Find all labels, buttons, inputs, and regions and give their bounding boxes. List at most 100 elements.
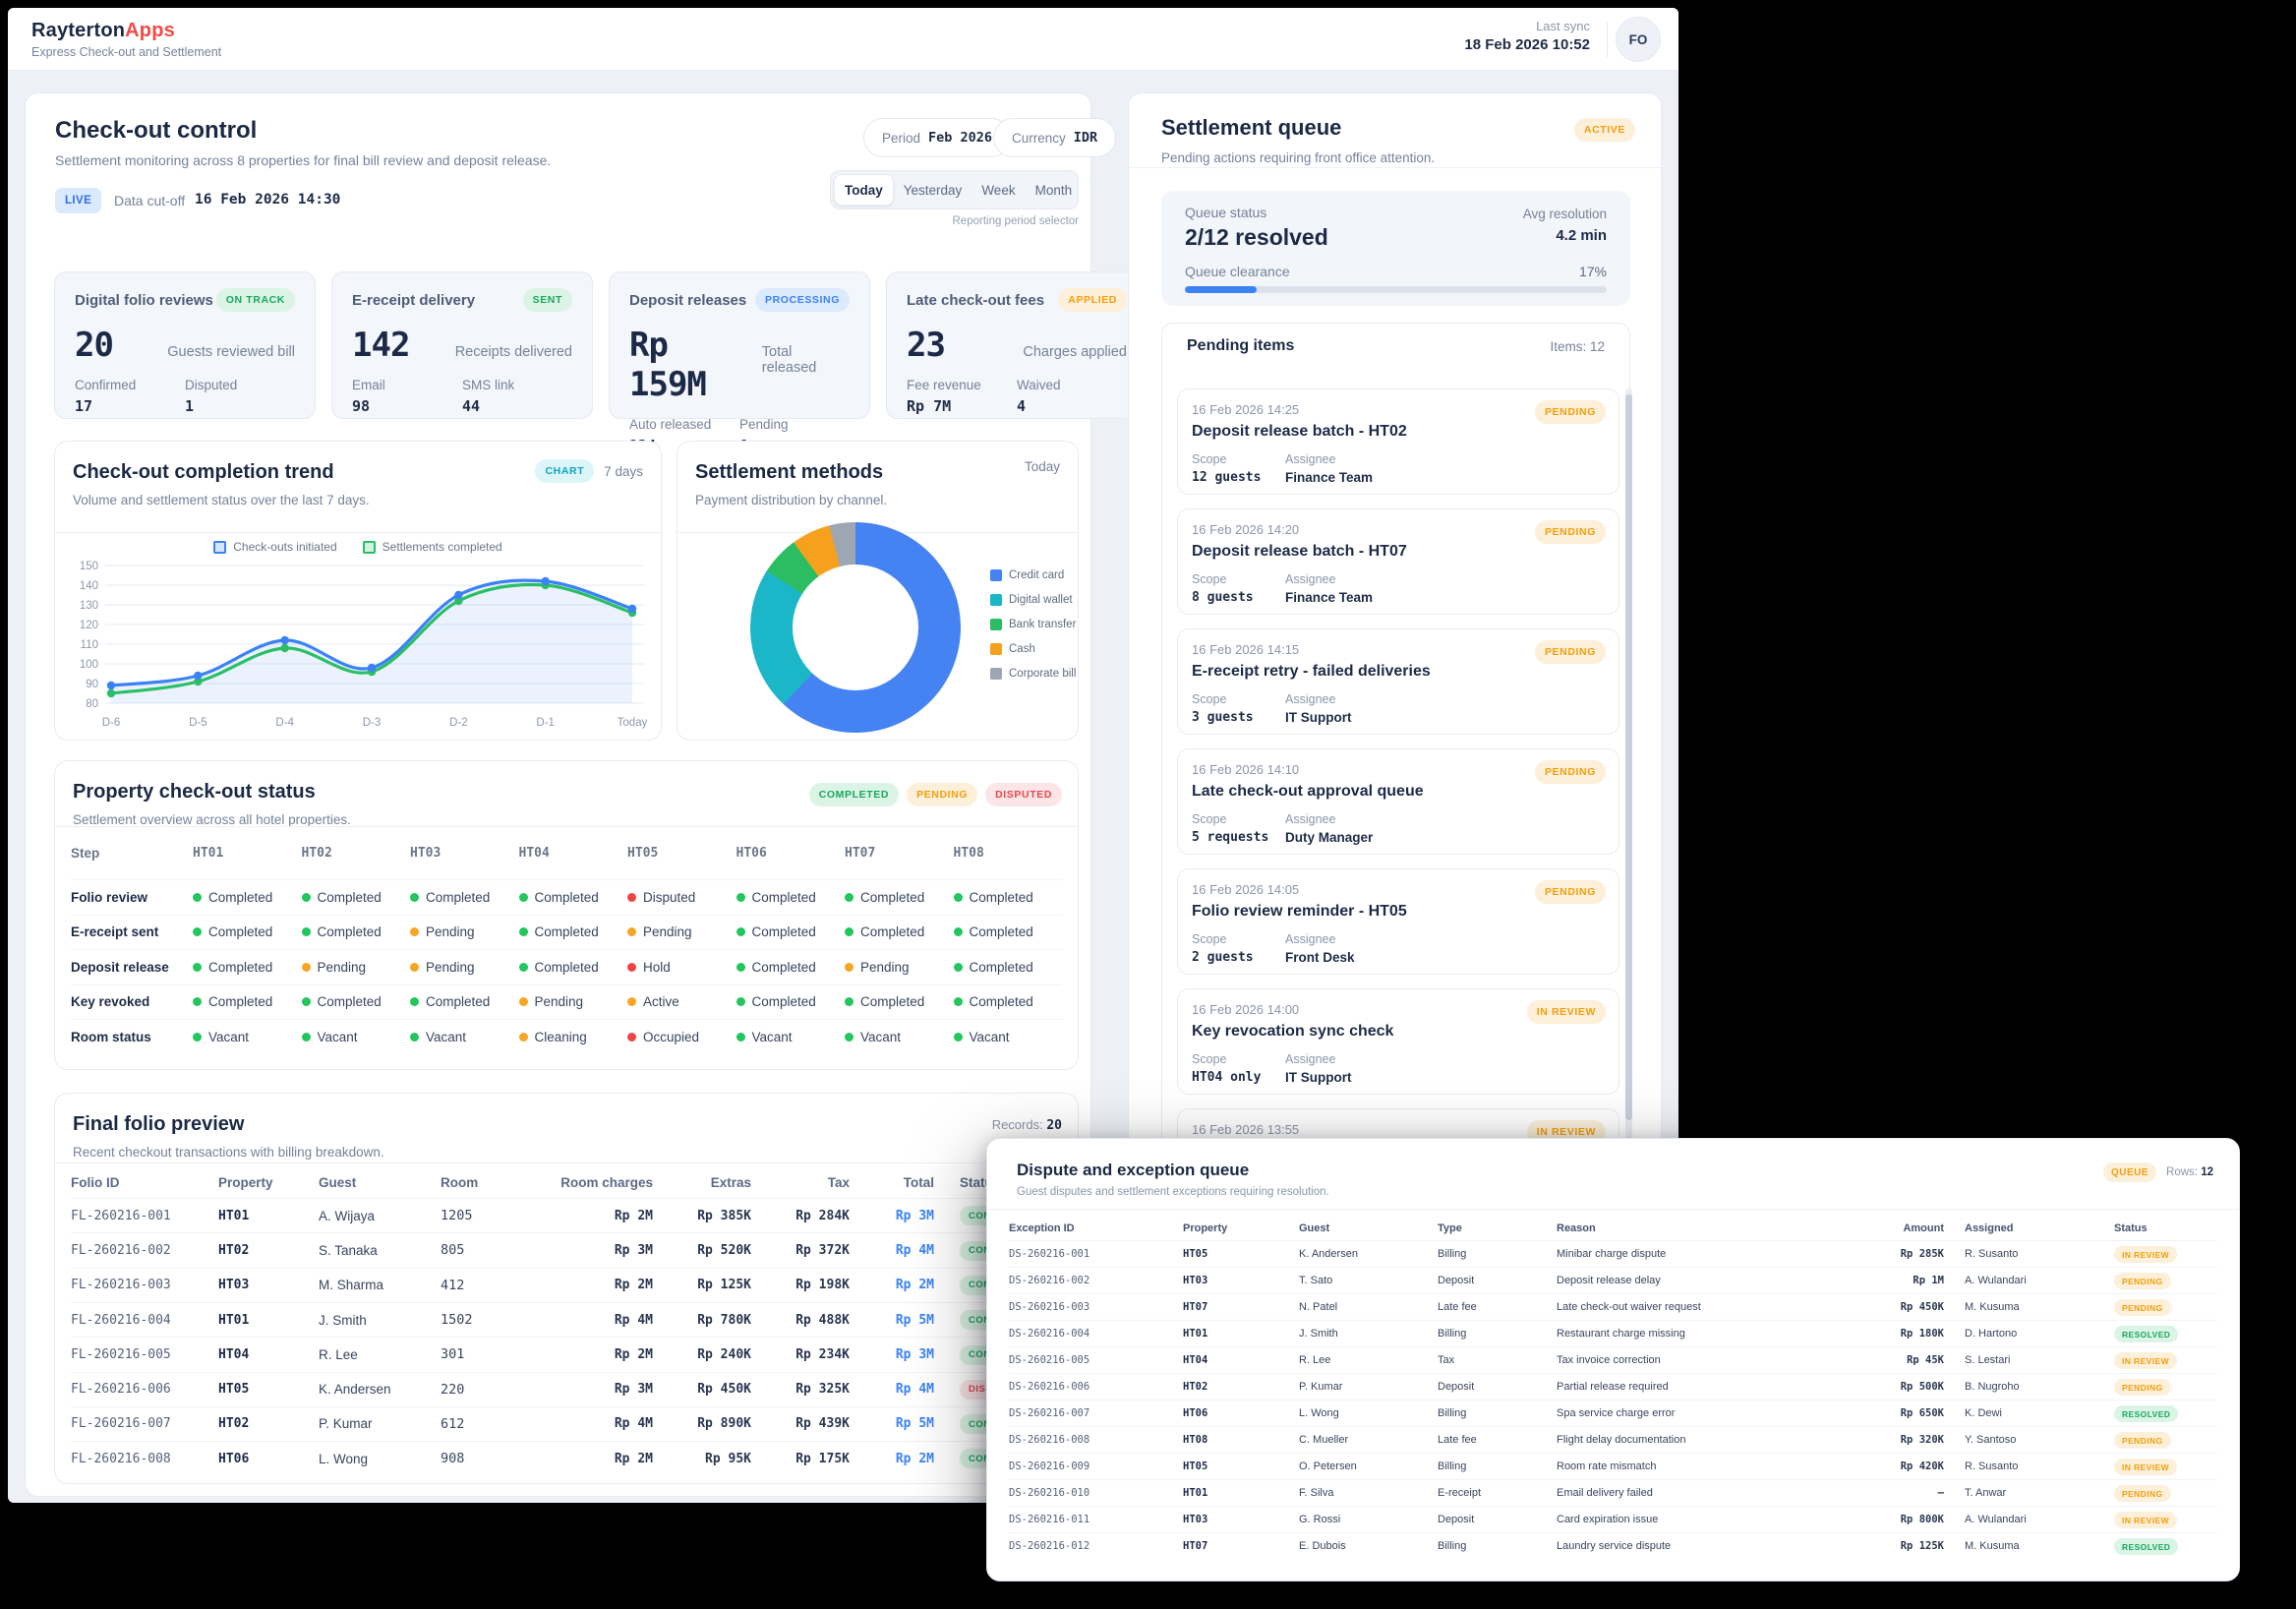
status-text: Pending [535,994,584,1009]
pending-item[interactable]: 16 Feb 2026 14:20Deposit release batch -… [1177,508,1619,615]
dispute-assigned: A. Wulandari [1944,1275,2114,1286]
folio-row[interactable]: FL-260216-002HT02S. Tanaka805Rp 3MRp 520… [71,1232,1062,1267]
tab-yesterday[interactable]: Yesterday [894,174,972,206]
status-dot-icon [845,927,854,936]
kpi-value: Rp 159M [629,326,762,404]
dispute-reason: Restaurant charge missing [1557,1328,1854,1340]
user-avatar[interactable]: FO [1616,17,1661,62]
status-dot-icon [954,963,963,972]
status-cell: Completed [954,924,1063,939]
status-cell: Completed [845,924,954,939]
folio-row[interactable]: FL-260216-008HT06L. Wong908Rp 2MRp 95KRp… [71,1441,1062,1475]
status-dot-icon [736,1033,745,1042]
kpi-badge: APPLIED [1058,288,1127,312]
pending-items-head: Pending items Items: 12 [1187,337,1605,355]
tab-month[interactable]: Month [1026,174,1083,206]
folio-property: HT05 [218,1382,319,1397]
queue-status-value: 2/12 resolved [1185,224,1328,251]
folio-row[interactable]: FL-260216-003HT03M. Sharma412Rp 2MRp 125… [71,1268,1062,1302]
folio-row[interactable]: FL-260216-006HT05K. Andersen220Rp 3MRp 4… [71,1372,1062,1406]
status-dot-icon [736,927,745,936]
dispute-row[interactable]: DS-260216-005HT04R. LeeTaxTax invoice co… [1009,1346,2217,1373]
reporting-period-tabs: TodayYesterdayWeekMonth [830,170,1079,209]
dispute-row[interactable]: DS-260216-003HT07N. PatelLate feeLate ch… [1009,1293,2217,1320]
folio-total: Rp 4M [850,1382,934,1397]
assignee-label: Assignee [1285,932,1335,946]
pending-item[interactable]: 16 Feb 2026 14:25Deposit release batch -… [1177,388,1619,495]
status-cell: Pending [845,960,954,975]
tabs-caption: Reporting period selector [830,215,1079,227]
pending-item[interactable]: 16 Feb 2026 14:15E-receipt retry - faile… [1177,628,1619,735]
scope-value: 8 guests [1192,590,1254,605]
dispute-assigned: A. Wulandari [1944,1514,2114,1525]
donut-swatch-icon [990,569,1002,581]
status-text: Hold [643,960,671,975]
dispute-row[interactable]: DS-260216-002HT03T. SatoDepositDeposit r… [1009,1267,2217,1293]
status-text: Completed [860,994,924,1009]
currency-selector[interactable]: Currency IDR [993,118,1116,157]
folio-tax: Rp 325K [751,1382,850,1397]
property-status-row[interactable]: Folio reviewCompletedCompletedCompletedC… [71,879,1062,915]
folio-guest: M. Sharma [319,1278,441,1292]
pending-item[interactable]: 16 Feb 2026 14:00Key revocation sync che… [1177,988,1619,1095]
property-column-header: HT07 [845,846,954,861]
folio-row[interactable]: FL-260216-005HT04R. Lee301Rp 2MRp 240KRp… [71,1337,1062,1371]
kpi-label: E-receipt delivery [352,292,475,309]
divider [55,826,1078,827]
dispute-amount: Rp 320K [1854,1434,1944,1446]
property-status-row[interactable]: Room statusVacantVacantVacantCleaningOcc… [71,1019,1062,1054]
svg-text:120: 120 [80,620,98,631]
pending-item[interactable]: 16 Feb 2026 14:05Folio review reminder -… [1177,868,1619,975]
folio-row[interactable]: FL-260216-004HT01J. Smith1502Rp 4MRp 780… [71,1302,1062,1337]
dispute-status-cell: PENDING [2114,1484,2217,1503]
dispute-guest: P. Kumar [1299,1381,1438,1393]
clearance-progress-track [1185,286,1607,293]
queue-clearance-pct: 17% [1579,264,1607,279]
legend-label: Check-outs initiated [233,540,336,554]
pending-items-list: 16 Feb 2026 14:25Deposit release batch -… [1177,388,1619,1228]
pending-item[interactable]: 16 Feb 2026 14:10Late check-out approval… [1177,748,1619,855]
kpi-stats: Fee revenueRp 7MWaived4 [907,378,1127,415]
dispute-column-header: Exception ID [1009,1222,1183,1234]
dispute-reason: Card expiration issue [1557,1514,1854,1525]
folio-column-header: Property [218,1175,319,1190]
property-status-row[interactable]: Deposit releaseCompletedPendingPendingCo… [71,949,1062,984]
tab-today[interactable]: Today [834,174,894,206]
folio-row[interactable]: FL-260216-001HT01A. Wijaya1205Rp 2MRp 38… [71,1198,1062,1232]
period-selector[interactable]: Period Feb 2026 [863,118,1011,157]
status-cell: Completed [193,960,302,975]
folio-room: 1205 [441,1208,535,1223]
dispute-row[interactable]: DS-260216-004HT01J. SmithBillingRestaura… [1009,1320,2217,1346]
dispute-row[interactable]: DS-260216-008HT08C. MuellerLate feeFligh… [1009,1426,2217,1453]
tab-week[interactable]: Week [971,174,1025,206]
status-text: Vacant [208,1030,249,1044]
folio-extras: Rp 890K [653,1416,751,1431]
dispute-guest: G. Rossi [1299,1514,1438,1525]
dispute-assigned: R. Susanto [1944,1460,2114,1472]
folio-tax: Rp 439K [751,1416,850,1431]
status-cell: Completed [302,890,411,905]
last-sync-value: 18 Feb 2026 10:52 [1464,36,1590,53]
status-dot-icon [845,963,854,972]
property-status-row[interactable]: Key revokedCompletedCompletedCompletedPe… [71,984,1062,1020]
step-label: Folio review [71,890,193,905]
dispute-row[interactable]: DS-260216-007HT06L. WongBillingSpa servi… [1009,1400,2217,1426]
property-column-header: HT06 [736,846,846,861]
dispute-row[interactable]: DS-260216-012HT07E. DuboisBillingLaundry… [1009,1532,2217,1559]
svg-text:100: 100 [80,659,98,671]
dispute-row[interactable]: DS-260216-009HT05O. PetersenBillingRoom … [1009,1453,2217,1479]
dispute-row[interactable]: DS-260216-006HT02P. KumarDepositPartial … [1009,1373,2217,1400]
folio-row[interactable]: FL-260216-007HT02P. Kumar612Rp 4MRp 890K… [71,1406,1062,1441]
dispute-property: HT03 [1183,1514,1299,1525]
dispute-row[interactable]: DS-260216-011HT03G. RossiDepositCard exp… [1009,1506,2217,1532]
assignee-label: Assignee [1285,1052,1335,1066]
property-status-row[interactable]: E-receipt sentCompletedCompletedPendingC… [71,915,1062,950]
dispute-row[interactable]: DS-260216-010HT01F. SilvaE-receiptEmail … [1009,1479,2217,1506]
dispute-row[interactable]: DS-260216-001HT05K. AndersenBillingMinib… [1009,1240,2217,1267]
kpi-stat-label: Pending [739,417,850,432]
scrollbar-thumb[interactable] [1625,394,1632,1120]
dispute-type: Deposit [1438,1275,1557,1286]
status-text: Completed [752,924,816,939]
legend-swatch-icon [363,541,376,554]
dispute-status-cell: RESOLVED [2114,1537,2217,1556]
